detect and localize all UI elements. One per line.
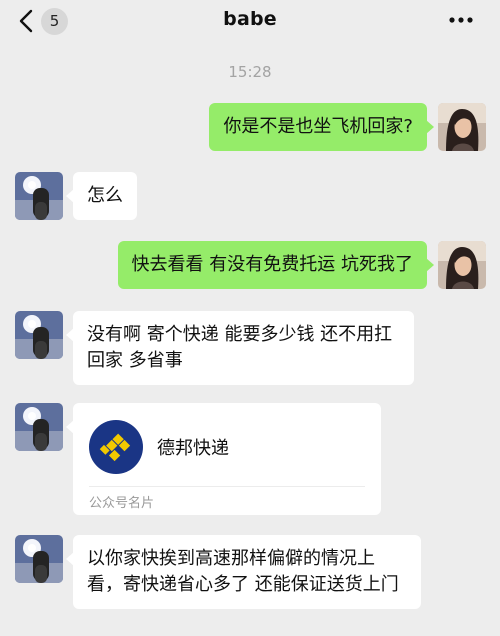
message-bubble-incoming[interactable]: 以你家快挨到高速那样偏僻的情况上看，寄快递省心多了 还能保证送货上门 [66, 535, 421, 609]
chat-header: 5 babe [0, 0, 500, 44]
official-account-card[interactable]: 德邦快递 公众号名片 [66, 403, 381, 515]
contact-avatar[interactable] [15, 403, 63, 451]
message-bubble-outgoing[interactable]: 快去看看 有没有免费托运 坑死我了 [117, 241, 435, 289]
deppon-logo-icon [89, 420, 143, 474]
chat-title: babe [223, 8, 277, 30]
message-bubble-incoming[interactable]: 怎么 [66, 172, 137, 220]
contact-avatar[interactable] [15, 535, 63, 583]
contact-avatar[interactable] [15, 172, 63, 220]
message-bubble-incoming[interactable]: 没有啊 寄个快递 能要多少钱 还不用扛回家 多省事 [66, 311, 414, 385]
message-timestamp: 15:28 [228, 63, 272, 81]
self-avatar[interactable] [438, 241, 486, 289]
self-avatar[interactable] [438, 103, 486, 151]
card-account-name: 德邦快递 [157, 438, 229, 459]
card-type-label: 公众号名片 [89, 496, 155, 511]
contact-avatar[interactable] [15, 311, 63, 359]
chat-screen: 5 babe 15:28 你是不是也坐飞机回家? 怎么 快去看看 有没有免费托运… [0, 0, 500, 636]
more-dots-icon[interactable] [448, 12, 474, 28]
message-bubble-outgoing[interactable]: 你是不是也坐飞机回家? [209, 103, 434, 151]
card-divider [89, 486, 365, 487]
